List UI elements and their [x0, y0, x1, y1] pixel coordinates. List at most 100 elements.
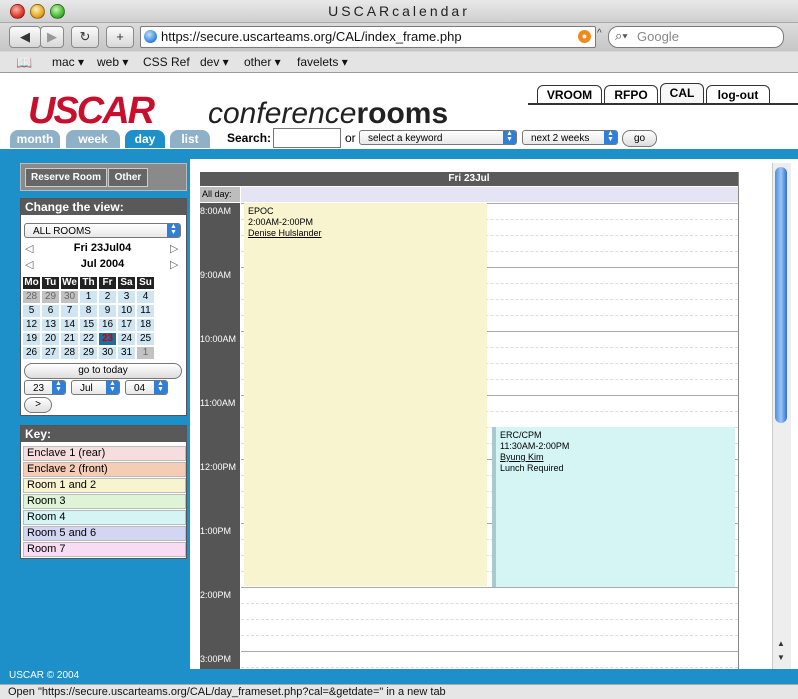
tab-rfpo[interactable]: RFPO: [604, 85, 658, 104]
calendar-day[interactable]: 1: [80, 291, 97, 303]
scrollbar-thumb[interactable]: [775, 167, 787, 423]
hour-gridline: [241, 587, 738, 588]
event-person-link[interactable]: Denise Hulslander: [248, 228, 483, 239]
calendar-day[interactable]: 28: [61, 347, 78, 359]
tab-month[interactable]: month: [10, 130, 60, 148]
next-month-arrow-icon[interactable]: ▷: [170, 258, 178, 271]
tab-vroom[interactable]: VROOM: [537, 85, 602, 104]
new-tab-button[interactable]: +: [106, 26, 134, 48]
key-item: Room 5 and 6: [23, 526, 186, 541]
scroll-down-arrow-icon[interactable]: ▼: [777, 653, 785, 662]
other-button[interactable]: Other: [108, 168, 148, 187]
calendar-day[interactable]: 1: [137, 347, 154, 359]
next-date-button[interactable]: >: [24, 397, 52, 413]
calendar-day[interactable]: 15: [80, 319, 97, 331]
event-erc-cpm[interactable]: ERC/CPM 11:30AM-2:00PM Byung Kim Lunch R…: [492, 427, 735, 587]
calendar-day[interactable]: 23: [99, 333, 116, 345]
calendar-day[interactable]: 7: [61, 305, 78, 317]
bookmark-web[interactable]: web ▾: [97, 55, 128, 69]
keyword-select-value: select a keyword: [368, 133, 443, 144]
reserve-room-button[interactable]: Reserve Room: [25, 168, 107, 187]
calendar-day[interactable]: 28: [23, 291, 40, 303]
search-field[interactable]: ⌕▾ Google: [608, 26, 784, 48]
rss-icon[interactable]: ●: [578, 30, 591, 43]
go-button[interactable]: go: [622, 130, 657, 147]
calendar-day[interactable]: 18: [137, 319, 154, 331]
address-bar[interactable]: https://secure.uscarteams.org/CAL/index_…: [140, 26, 596, 48]
calendar-day[interactable]: 13: [42, 319, 59, 331]
calendar-day[interactable]: 19: [23, 333, 40, 345]
quarter-gridline: [241, 667, 738, 668]
calendar-day[interactable]: 21: [61, 333, 78, 345]
back-button[interactable]: ◀: [9, 26, 41, 48]
vertical-scrollbar[interactable]: ▲ ▼: [772, 163, 791, 669]
next-day-arrow-icon[interactable]: ▷: [170, 242, 178, 255]
bookmark-other[interactable]: other ▾: [244, 55, 281, 69]
hour-label: 9:00AM: [200, 270, 232, 280]
calendar-day[interactable]: 6: [42, 305, 59, 317]
calendar-day[interactable]: 4: [137, 291, 154, 303]
calendar-day[interactable]: 16: [99, 319, 116, 331]
calendar-day[interactable]: 11: [137, 305, 154, 317]
key-item: Room 4: [23, 510, 186, 525]
keyword-select[interactable]: select a keyword ▲ ▼: [359, 130, 517, 145]
room-select[interactable]: ALL ROOMS ▲ ▼: [24, 223, 181, 238]
calendar-day[interactable]: 29: [42, 291, 59, 303]
calendar-day[interactable]: 2: [99, 291, 116, 303]
tab-day[interactable]: day: [125, 130, 165, 148]
reload-button[interactable]: ↻: [71, 26, 99, 48]
calendar-day[interactable]: 29: [80, 347, 97, 359]
key-item: Room 3: [23, 494, 186, 509]
calendar-day[interactable]: 12: [23, 319, 40, 331]
weekday-header: We: [61, 277, 78, 289]
scroll-up-arrow-icon[interactable]: ▲: [777, 639, 785, 648]
calendar-day[interactable]: 5: [23, 305, 40, 317]
hour-label: 12:00PM: [200, 462, 237, 472]
event-person-link[interactable]: Byung Kim: [500, 452, 731, 463]
forward-button[interactable]: ▶: [40, 26, 64, 48]
calendar-day[interactable]: 14: [61, 319, 78, 331]
search-input[interactable]: [273, 128, 341, 148]
tab-cal[interactable]: CAL: [660, 83, 704, 104]
url-dropdown-icon[interactable]: ^: [597, 28, 602, 39]
day-view: Fri 23Jul All day: EPOC 2:00AM-2:00PM De…: [198, 170, 770, 669]
calendar-day[interactable]: 25: [137, 333, 154, 345]
tab-week[interactable]: week: [66, 130, 120, 148]
go-to-today-button[interactable]: go to today: [24, 363, 182, 379]
calendar-day[interactable]: 8: [80, 305, 97, 317]
year-select[interactable]: 04 ▲ ▼: [125, 380, 168, 395]
calendar-day[interactable]: 27: [42, 347, 59, 359]
day-select-value: 23: [33, 383, 45, 394]
calendar-day[interactable]: 24: [118, 333, 135, 345]
copyright-text: USCAR © 2004: [9, 670, 80, 681]
bookmark-dev[interactable]: dev ▾: [200, 55, 229, 69]
bookmarks-book-icon[interactable]: 📖: [16, 55, 32, 71]
day-view-border: [738, 172, 739, 669]
bookmark-css-ref[interactable]: CSS Ref: [143, 55, 190, 69]
tab-list[interactable]: list: [170, 130, 210, 148]
calendar-day[interactable]: 31: [118, 347, 135, 359]
day-select[interactable]: 23 ▲ ▼: [24, 380, 66, 395]
calendar-week-row: 5 6 7 8 9 10 11: [23, 305, 154, 317]
all-day-cell[interactable]: [241, 187, 738, 202]
quarter-gridline: [241, 635, 738, 636]
event-epoc[interactable]: EPOC 2:00AM-2:00PM Denise Hulslander: [244, 203, 487, 586]
calendar-day[interactable]: 9: [99, 305, 116, 317]
calendar-day[interactable]: 26: [23, 347, 40, 359]
month-select[interactable]: Jul ▲ ▼: [71, 380, 120, 395]
calendar-day[interactable]: 10: [118, 305, 135, 317]
calendar-day[interactable]: 30: [99, 347, 116, 359]
calendar-day[interactable]: 3: [118, 291, 135, 303]
bookmark-mac[interactable]: mac ▾: [52, 55, 84, 69]
range-select[interactable]: next 2 weeks ▲ ▼: [522, 130, 618, 145]
calendar-day[interactable]: 17: [118, 319, 135, 331]
calendar-day[interactable]: 22: [80, 333, 97, 345]
event-title: ERC/CPM: [500, 430, 542, 440]
weekday-header: Th: [80, 277, 97, 289]
calendar-day[interactable]: 20: [42, 333, 59, 345]
bookmark-favelets[interactable]: favelets ▾: [297, 55, 348, 69]
month-select-value: Jul: [80, 383, 93, 394]
calendar-day[interactable]: 30: [61, 291, 78, 303]
tab-log-out[interactable]: log-out: [706, 85, 770, 104]
url-text: https://secure.uscarteams.org/CAL/index_…: [161, 29, 462, 44]
